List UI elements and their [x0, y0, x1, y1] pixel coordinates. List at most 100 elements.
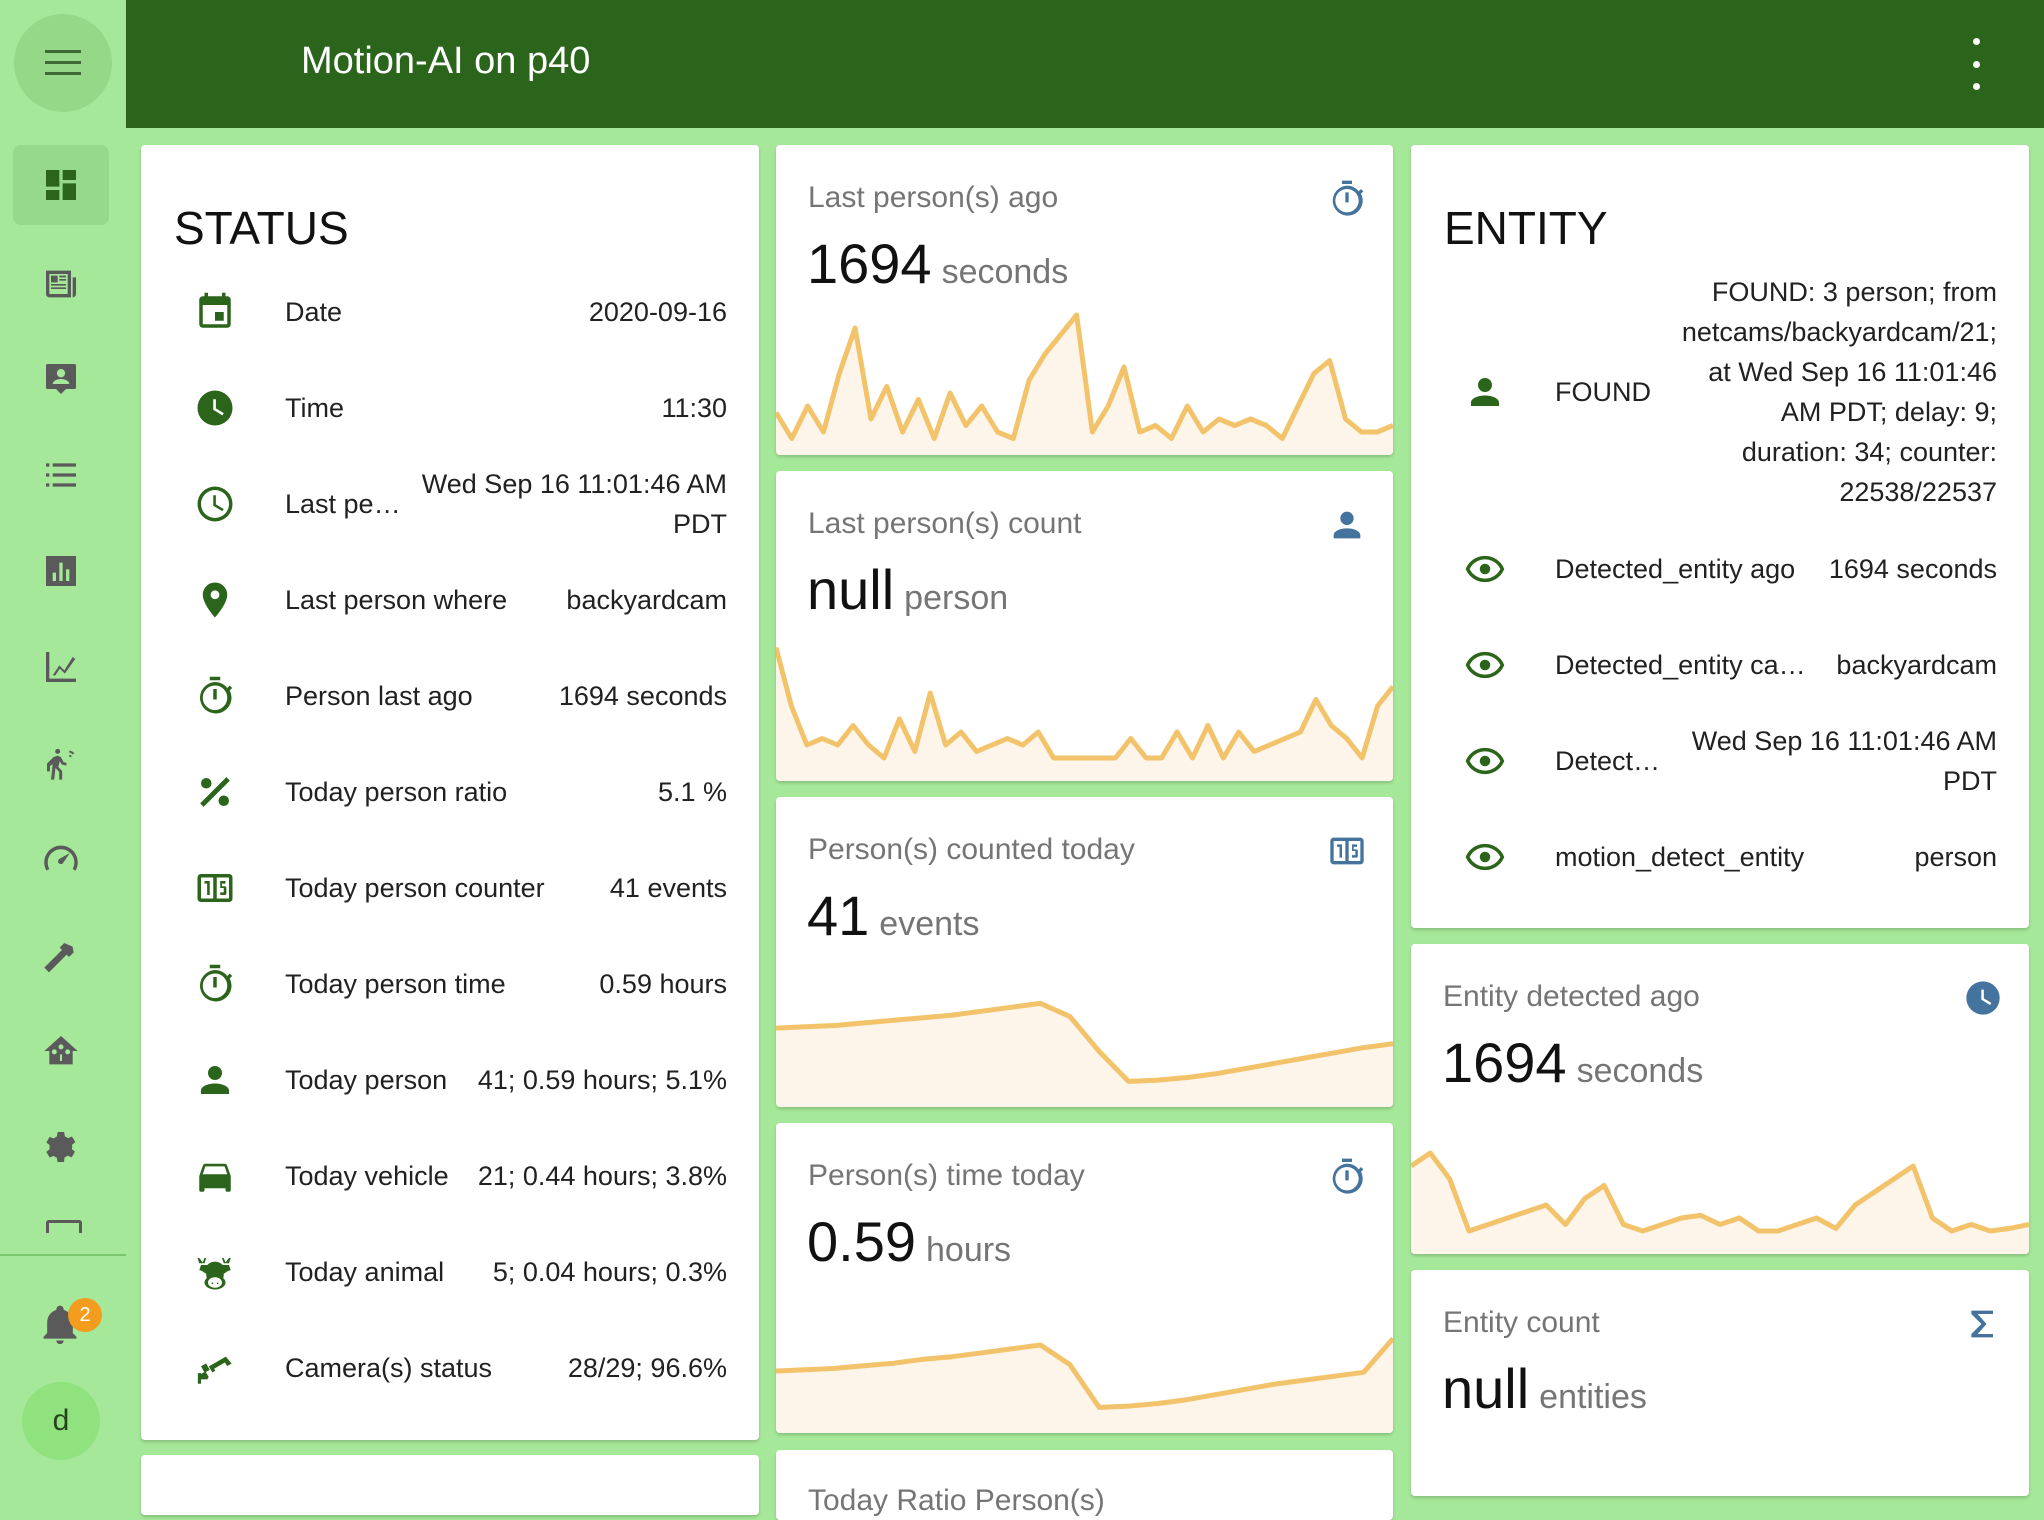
sensor-name: Person(s) counted today — [808, 833, 1135, 866]
row-value: Wed Sep 16 11:01:46 AM PDT — [421, 469, 727, 539]
row-label: Last pe… — [285, 488, 401, 519]
row-value: 41; 0.59 hours; 5.1% — [477, 1065, 727, 1095]
sparkline-graph — [1411, 1150, 2029, 1254]
ratio-card-partial[interactable]: Today Ratio Person(s) — [776, 1450, 1393, 1520]
sensor-icon — [1963, 1304, 2003, 1344]
row-icon — [193, 962, 237, 1006]
eye-icon — [1465, 651, 1505, 679]
row-label: Person last ago — [285, 680, 473, 711]
sensor-card[interactable]: Entity count null entities — [1411, 1270, 2029, 1496]
entity-card: ENTITY FOUND FOUND: 3 person; from netcam… — [1411, 145, 2029, 928]
avatar[interactable]: d — [22, 1382, 100, 1460]
status-row[interactable]: Today person counter 41 events — [141, 866, 759, 910]
status-row[interactable]: Date 2020-09-16 — [141, 290, 759, 334]
map-marker-icon — [202, 582, 228, 618]
status-row[interactable]: Last person where backyardcam — [141, 578, 759, 622]
row-value: 1694 seconds — [1828, 554, 1997, 584]
status-row[interactable]: Today person 41; 0.59 hours; 5.1% — [141, 1058, 759, 1102]
sensor-unit: seconds — [1576, 1052, 1704, 1090]
status-row[interactable]: Today vehicle 21; 0.44 hours; 3.8% — [141, 1154, 759, 1198]
sensor-name: Last person(s) ago — [808, 181, 1059, 214]
sidebar: 2 d — [0, 0, 126, 1496]
row-value: backyardcam — [1836, 650, 1997, 680]
sidebar-item-settings[interactable] — [13, 1107, 109, 1187]
sensor-value-wrap: 1694 seconds — [1442, 1030, 1703, 1095]
sensor-card[interactable]: Person(s) time today 0.59 hours — [776, 1123, 1393, 1433]
status-row[interactable]: Last pe… Wed Sep 16 11:01:46 AM PDT — [141, 469, 759, 539]
status-card: STATUS Date 2020-09-16 Time 11:30 Last pe… We… — [141, 145, 759, 1440]
notification-badge: 2 — [68, 1298, 102, 1332]
row-label: Detected_entity ca… — [1555, 649, 1806, 680]
row-icon — [1463, 547, 1507, 591]
sensor-value: 41 — [807, 884, 870, 947]
person-icon — [1333, 511, 1361, 539]
timer-icon — [1332, 180, 1364, 216]
sensor-name: Person(s) time today — [808, 1159, 1085, 1192]
sensor-unit: events — [879, 905, 980, 943]
newspaper-icon — [46, 270, 76, 298]
more-options-button[interactable] — [1964, 38, 1988, 90]
line-chart-icon — [46, 652, 76, 682]
sidebar-item-people[interactable] — [13, 339, 109, 419]
row-label: Date — [285, 296, 343, 327]
sidebar-item-statistics[interactable] — [13, 531, 109, 611]
sidebar-divider — [0, 1254, 126, 1256]
timer-icon — [1332, 1158, 1364, 1194]
sensor-value: 0.59 — [807, 1210, 916, 1273]
counter-icon — [1330, 837, 1364, 865]
calendar-icon — [199, 292, 231, 328]
sensor-icon — [1963, 978, 2003, 1018]
entity-row[interactable]: Detected_entity ca… backyardcam — [1411, 643, 2029, 687]
person-icon — [1471, 378, 1499, 406]
row-label: Today person counter — [285, 872, 545, 903]
row-label: Today person time — [285, 968, 506, 999]
sparkline-graph — [776, 312, 1393, 455]
sensor-value: null — [1442, 1357, 1530, 1420]
sidebar-item-motion[interactable] — [13, 723, 109, 803]
entity-row[interactable]: Detected_entity ago 1694 seconds — [1411, 547, 2029, 591]
sidebar-item-home-automation[interactable] — [13, 1011, 109, 1091]
row-icon — [193, 386, 237, 430]
sidebar-item-logbook[interactable] — [13, 244, 109, 324]
row-value: 21; 0.44 hours; 3.8% — [477, 1161, 727, 1191]
status-row[interactable]: Time 11:30 — [141, 386, 759, 430]
status-row[interactable]: Person last ago 1694 seconds — [141, 674, 759, 718]
notifications-button[interactable]: 2 — [38, 1298, 102, 1352]
sidebar-item-speed[interactable] — [13, 819, 109, 899]
sensor-value-wrap: null person — [807, 557, 1008, 622]
sidebar-item-overview[interactable] — [13, 145, 109, 225]
row-icon — [193, 578, 237, 622]
status-card-title: STATUS — [174, 202, 349, 254]
row-value: person — [1914, 842, 1997, 872]
status-row[interactable]: Today person ratio 5.1 % — [141, 770, 759, 814]
row-icon — [193, 1154, 237, 1198]
sidebar-item-history[interactable] — [13, 627, 109, 707]
entity-row[interactable]: Detect… Wed Sep 16 11:01:46 AM PDT — [1411, 726, 2029, 796]
eye-icon — [1465, 747, 1505, 775]
sensor-card[interactable]: Entity detected ago 1694 seconds — [1411, 944, 2029, 1254]
row-value: backyardcam — [566, 585, 727, 615]
sparkline-graph — [776, 1336, 1393, 1433]
status-row[interactable]: Camera(s) status 28/29; 96.6% — [141, 1346, 759, 1390]
status-row[interactable]: Today person time 0.59 hours — [141, 962, 759, 1006]
sidebar-item-tools[interactable] — [13, 915, 109, 995]
row-icon — [193, 674, 237, 718]
menu-button[interactable] — [14, 14, 112, 112]
entity-row[interactable]: FOUND FOUND: 3 person; from netcams/backy… — [1411, 277, 2029, 507]
row-icon — [193, 1250, 237, 1294]
eye-icon — [1465, 555, 1505, 583]
sidebar-item-list[interactable] — [13, 435, 109, 515]
sensor-value: 1694 — [1442, 1031, 1567, 1094]
sensor-card[interactable]: Last person(s) ago 1694 seconds — [776, 145, 1393, 455]
sensor-name: Last person(s) count — [808, 507, 1082, 540]
sensor-card[interactable]: Last person(s) count null person — [776, 471, 1393, 781]
dashboard-icon — [46, 170, 76, 200]
entity-row[interactable]: motion_detect_entity person — [1411, 835, 2029, 879]
sensor-unit: seconds — [941, 253, 1069, 291]
sensor-card[interactable]: Person(s) counted today 41 events — [776, 797, 1393, 1107]
cctv-icon — [197, 1356, 232, 1384]
more-vert-icon — [1972, 38, 1980, 45]
sidebar-top — [0, 0, 126, 128]
row-value: 41 events — [609, 873, 727, 903]
status-row[interactable]: Today animal 5; 0.04 hours; 0.3% — [141, 1250, 759, 1294]
